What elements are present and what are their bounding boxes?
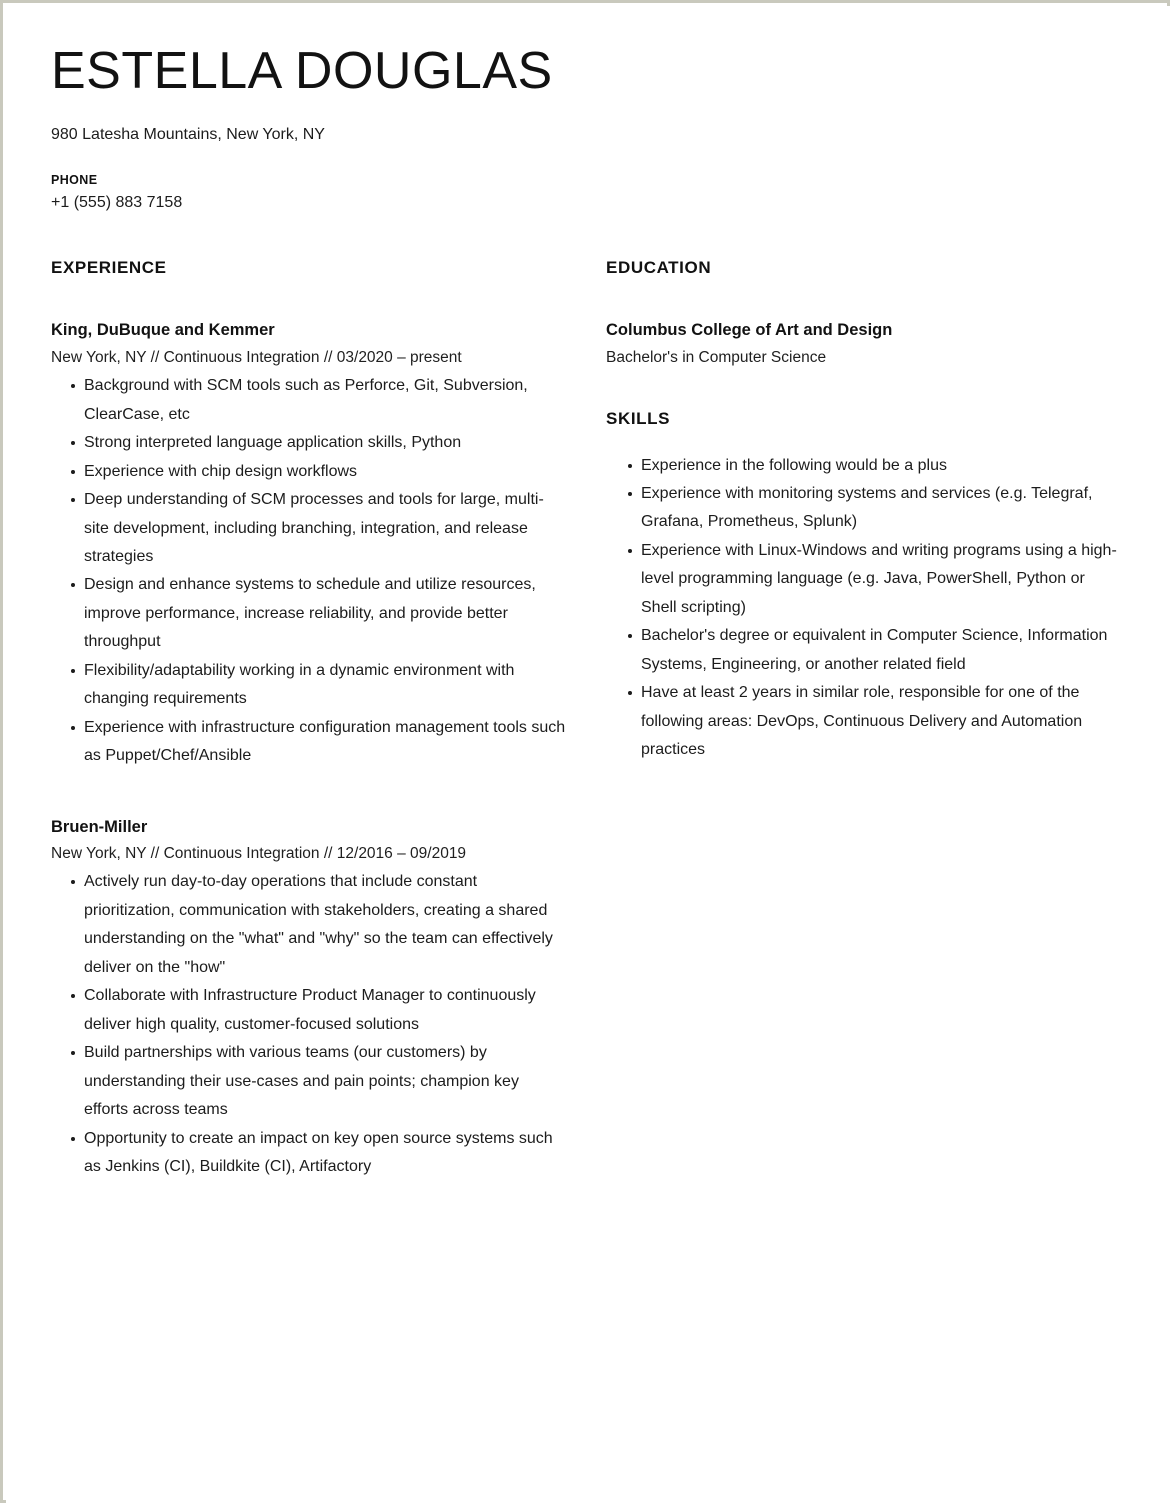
resume-header: ESTELLA DOUGLAS 980 Latesha Mountains, N… xyxy=(51,42,1121,214)
employer-meta: New York, NY // Continuous Integration /… xyxy=(51,845,467,863)
employer-name: Bruen-Miller xyxy=(51,817,148,836)
experience-entry: Bruen-Miller New York, NY // Continuous … xyxy=(51,817,566,1182)
section-title-experience: EXPERIENCE xyxy=(51,258,167,277)
list-item: Bachelor's degree or equivalent in Compu… xyxy=(606,622,1121,679)
candidate-address: 980 Latesha Mountains, New York, NY xyxy=(51,126,325,144)
list-item: Experience with chip design workflows xyxy=(51,458,566,486)
school-name: Columbus College of Art and Design xyxy=(606,321,893,340)
list-item: Experience with Linux-Windows and writin… xyxy=(606,537,1121,622)
list-item: Flexibility/adaptability working in a dy… xyxy=(51,657,566,714)
section-title-education: EDUCATION xyxy=(606,258,712,277)
list-item: Have at least 2 years in similar role, r… xyxy=(606,679,1121,764)
candidate-name: ESTELLA DOUGLAS xyxy=(51,42,553,100)
list-item: Experience with infrastructure configura… xyxy=(51,714,566,771)
list-item: Experience in the following would be a p… xyxy=(606,452,1121,480)
list-item: Design and enhance systems to schedule a… xyxy=(51,571,566,656)
phone-value: +1 (555) 883 7158 xyxy=(51,194,183,212)
education-entry: Columbus College of Art and Design Bache… xyxy=(606,320,1121,368)
phone-label: PHONE xyxy=(51,172,98,187)
list-item: Opportunity to create an impact on key o… xyxy=(51,1125,566,1182)
skills-bullet-list: Experience in the following would be a p… xyxy=(606,452,1121,765)
list-item: Experience with monitoring systems and s… xyxy=(606,480,1121,537)
list-item: Deep understanding of SCM processes and … xyxy=(51,486,566,571)
list-item: Actively run day-to-day operations that … xyxy=(51,868,566,982)
experience-bullet-list: Actively run day-to-day operations that … xyxy=(51,868,566,1181)
employer-name: King, DuBuque and Kemmer xyxy=(51,321,275,340)
left-column: EXPERIENCE King, DuBuque and Kemmer New … xyxy=(51,258,566,1182)
experience-bullet-list: Background with SCM tools such as Perfor… xyxy=(51,372,566,771)
resume-page-frame: ESTELLA DOUGLAS 980 Latesha Mountains, N… xyxy=(0,0,1170,1503)
degree-name: Bachelor's in Computer Science xyxy=(606,349,827,367)
experience-entry: King, DuBuque and Kemmer New York, NY //… xyxy=(51,320,566,770)
right-column: EDUCATION Columbus College of Art and De… xyxy=(606,258,1121,765)
section-title-skills: SKILLS xyxy=(606,409,671,429)
list-item: Strong interpreted language application … xyxy=(51,429,566,457)
resume-sheet: ESTELLA DOUGLAS 980 Latesha Mountains, N… xyxy=(6,6,1170,1503)
list-item: Collaborate with Infrastructure Product … xyxy=(51,982,566,1039)
employer-meta: New York, NY // Continuous Integration /… xyxy=(51,349,462,367)
list-item: Background with SCM tools such as Perfor… xyxy=(51,372,566,429)
list-item: Build partnerships with various teams (o… xyxy=(51,1039,566,1124)
